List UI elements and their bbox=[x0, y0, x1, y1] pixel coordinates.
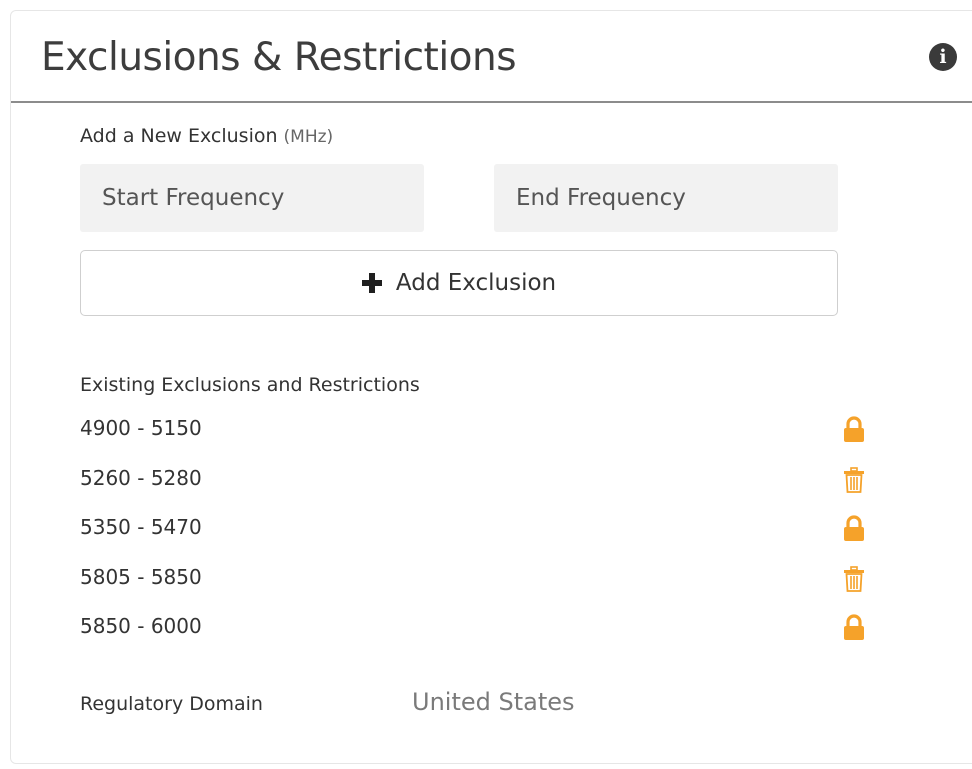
exclusion-range: 5350 - 5470 bbox=[80, 515, 202, 539]
exclusion-row: 5805 - 5850 bbox=[80, 559, 880, 599]
exclusion-row: 5260 - 5280 bbox=[80, 460, 880, 500]
lock-icon bbox=[844, 515, 864, 541]
plus-icon bbox=[361, 273, 382, 293]
unit-label: (MHz) bbox=[283, 127, 334, 147]
existing-exclusions-label: Existing Exclusions and Restrictions bbox=[80, 374, 420, 396]
panel-header: Exclusions & Restrictions i bbox=[11, 11, 972, 103]
info-icon[interactable]: i bbox=[929, 43, 957, 71]
regulatory-domain-label: Regulatory Domain bbox=[80, 693, 263, 715]
exclusion-row: 5350 - 5470 bbox=[80, 509, 880, 549]
exclusion-range: 5805 - 5850 bbox=[80, 565, 202, 589]
lock-icon bbox=[844, 416, 864, 442]
add-exclusion-button[interactable]: Add Exclusion bbox=[80, 250, 838, 316]
exclusion-range: 5850 - 6000 bbox=[80, 614, 202, 638]
lock-icon bbox=[844, 614, 864, 640]
add-exclusion-label-text: Add a New Exclusion bbox=[80, 125, 278, 147]
exclusion-range: 4900 - 5150 bbox=[80, 416, 202, 440]
trash-icon[interactable] bbox=[842, 466, 866, 494]
end-frequency-input[interactable] bbox=[494, 164, 838, 232]
add-exclusion-label: Add a New Exclusion (MHz) bbox=[80, 125, 333, 147]
panel-title: Exclusions & Restrictions bbox=[41, 35, 517, 80]
add-exclusion-button-label: Add Exclusion bbox=[395, 270, 557, 296]
start-frequency-input[interactable] bbox=[80, 164, 424, 232]
exclusion-row: 5850 - 6000 bbox=[80, 608, 880, 648]
exclusion-row: 4900 - 5150 bbox=[80, 410, 880, 450]
regulatory-domain-value: United States bbox=[412, 688, 575, 716]
trash-icon[interactable] bbox=[842, 565, 866, 593]
exclusion-range: 5260 - 5280 bbox=[80, 466, 202, 490]
